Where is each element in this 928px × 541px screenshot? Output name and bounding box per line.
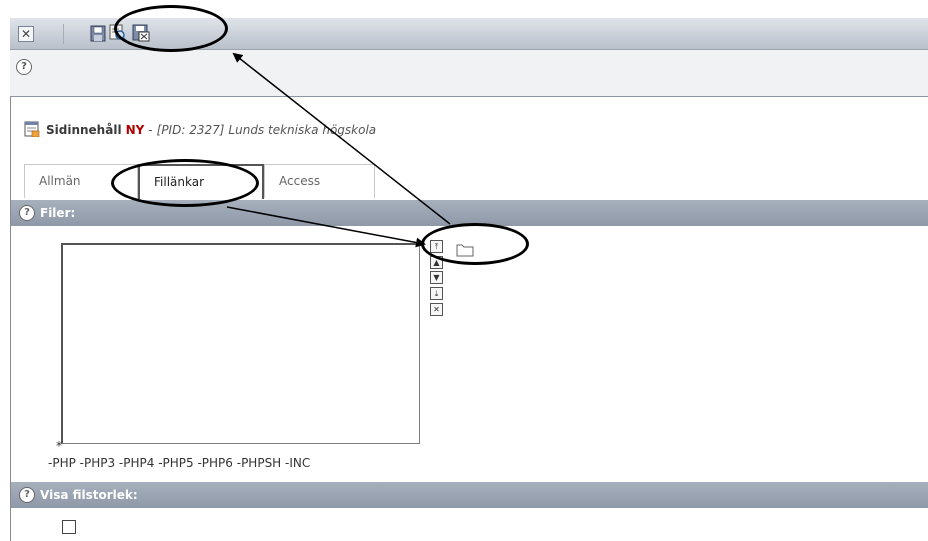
arrow-to-folder bbox=[226, 206, 426, 248]
arrow-to-toolbar bbox=[232, 52, 451, 225]
annotation-arrows bbox=[226, 52, 451, 248]
